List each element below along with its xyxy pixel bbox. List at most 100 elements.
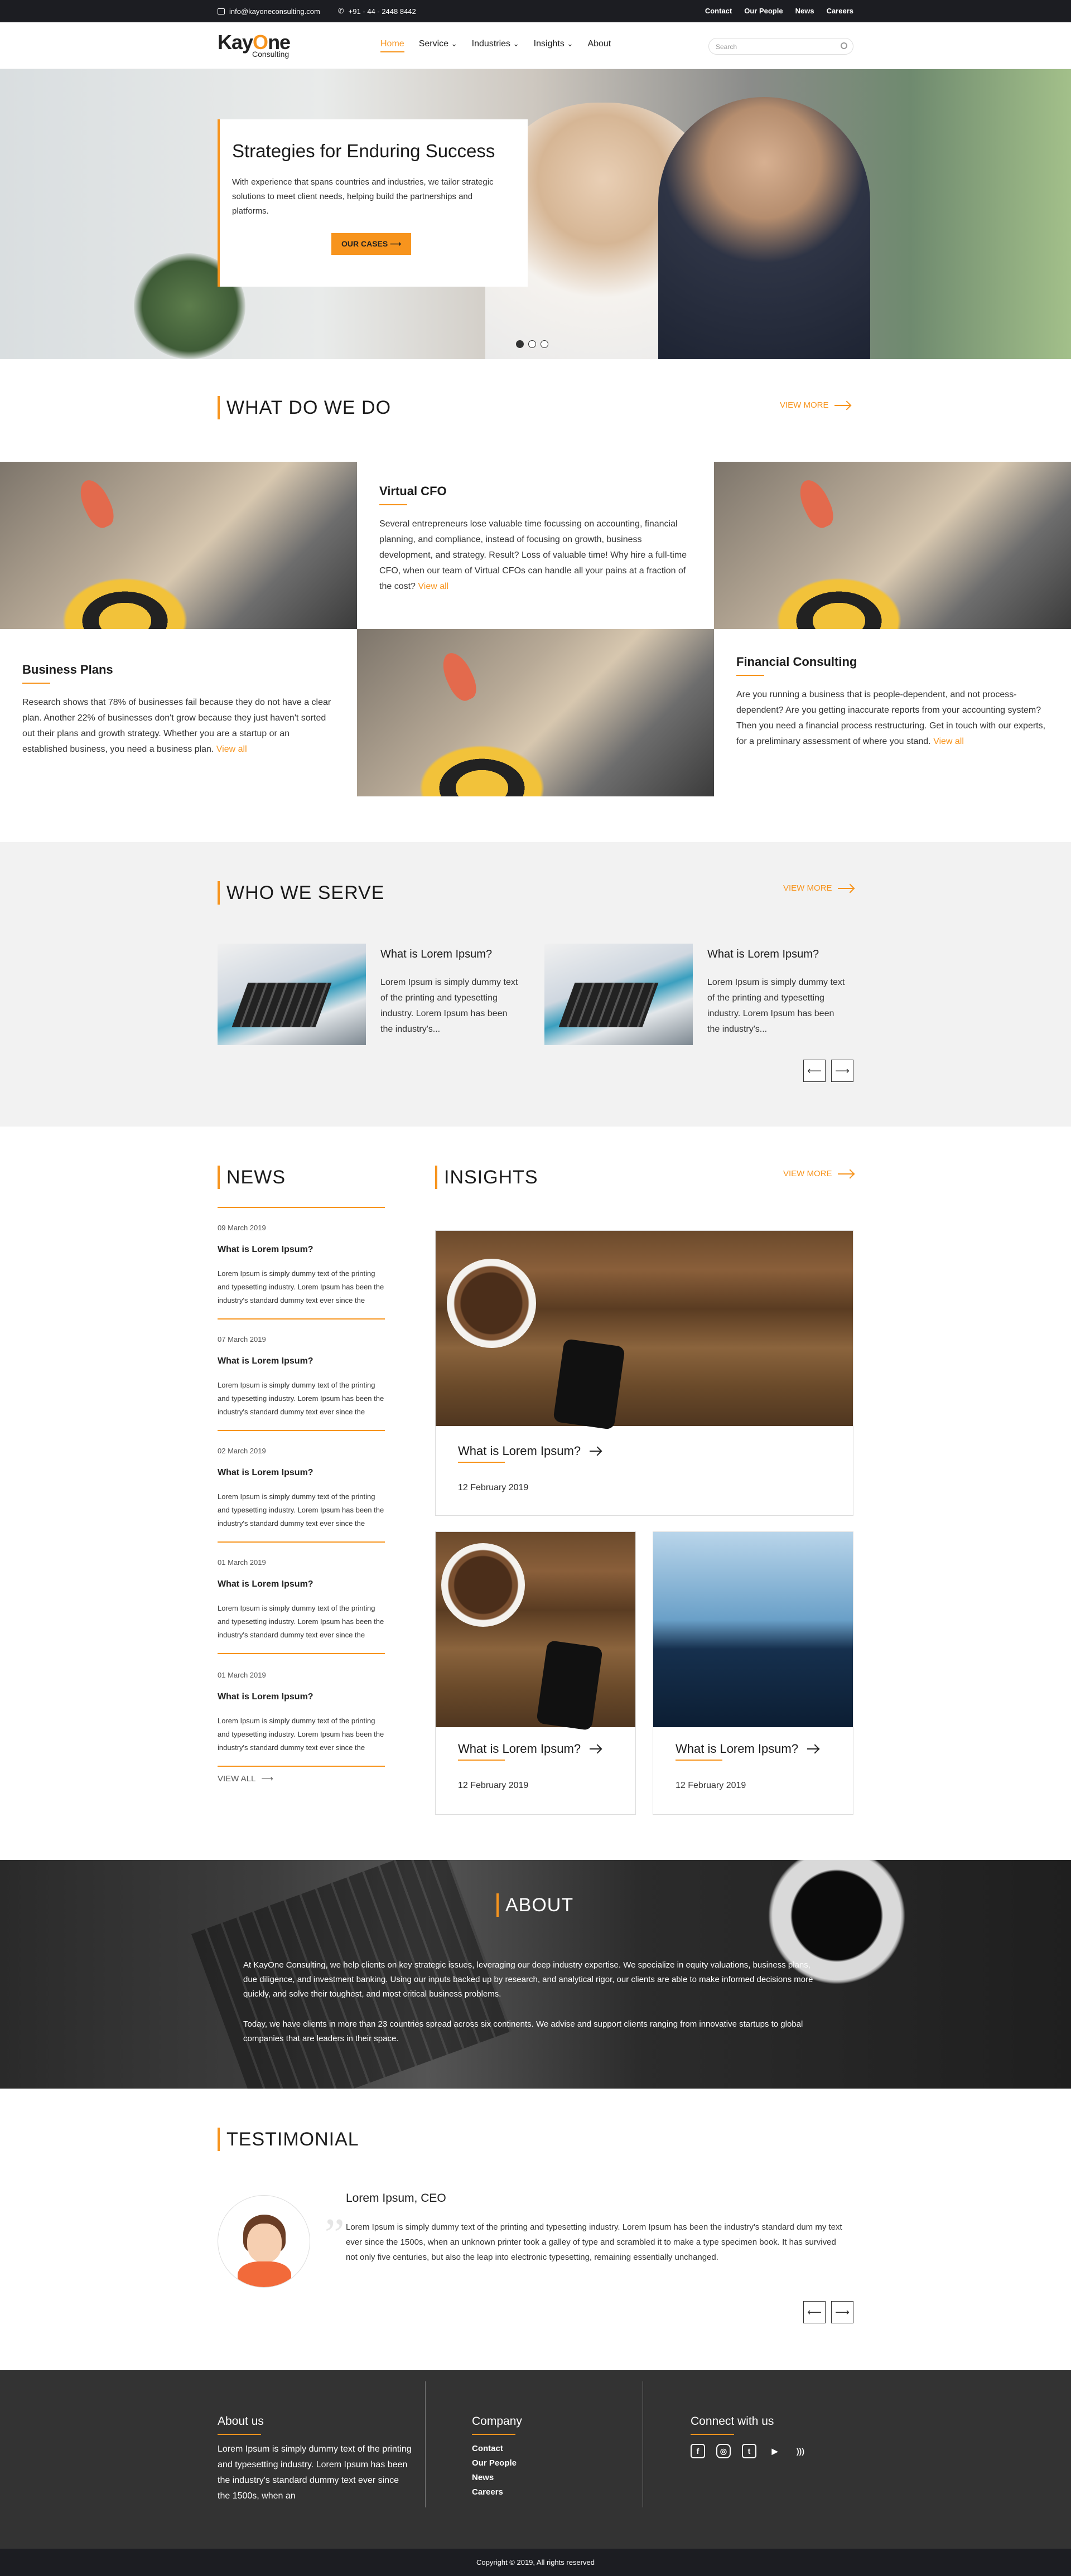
insight-date-2: 12 February 2019 bbox=[458, 1781, 529, 1790]
footer-company-title: Company bbox=[472, 2415, 522, 2435]
nav-about[interactable]: About bbox=[587, 39, 611, 52]
who-we-serve-title: WHO WE SERVE bbox=[218, 881, 384, 905]
hero-person-man bbox=[658, 97, 870, 359]
news-view-all-link[interactable]: VIEW ALL ⟶ bbox=[218, 1773, 273, 1784]
slider-dot-2[interactable] bbox=[528, 340, 536, 348]
footer-divider bbox=[425, 2381, 426, 2507]
arrow-right-icon: ⟶ bbox=[261, 1774, 273, 1784]
main-nav: Home Service ⌄ Industries ⌄ Insights ⌄ A… bbox=[380, 39, 611, 52]
footer-link-news[interactable]: News bbox=[472, 2471, 517, 2485]
nav-service[interactable]: Service ⌄ bbox=[419, 39, 457, 52]
news-excerpt: Lorem Ipsum is simply dummy text of the … bbox=[218, 1381, 384, 1416]
email-contact[interactable]: info@kayoneconsulting.com bbox=[218, 7, 320, 16]
virtual-cfo-view-all[interactable]: View all bbox=[418, 582, 448, 591]
serve-view-more-link[interactable]: VIEW MORE bbox=[783, 883, 853, 893]
topbar-link-our-people[interactable]: Our People bbox=[744, 7, 783, 15]
insight-title-1[interactable]: What is Lorem Ipsum? bbox=[458, 1444, 601, 1463]
testimonial-next-button[interactable]: ⟶ bbox=[831, 2301, 853, 2323]
news-title-link[interactable]: What is Lorem Ipsum? bbox=[218, 1245, 313, 1255]
insight-title-2[interactable]: What is Lorem Ipsum? bbox=[458, 1742, 601, 1761]
topbar-link-careers[interactable]: Careers bbox=[827, 7, 853, 15]
virtual-cfo-title: Virtual CFO bbox=[379, 484, 692, 505]
slider-dot-3[interactable] bbox=[541, 340, 548, 348]
news-divider bbox=[218, 1541, 385, 1543]
news-title-link[interactable]: What is Lorem Ipsum? bbox=[218, 1468, 313, 1478]
arrow-left-icon: ⟵ bbox=[807, 1065, 822, 1076]
slider-dot-1[interactable] bbox=[516, 340, 524, 348]
logo[interactable]: KayOne Consulting bbox=[218, 32, 291, 59]
footer-about-text: Lorem Ipsum is simply dummy text of the … bbox=[218, 2444, 412, 2501]
youtube-icon[interactable]: ▶ bbox=[768, 2444, 782, 2458]
chevron-down-icon: ⌄ bbox=[567, 40, 573, 48]
what-we-do-title: WHAT DO WE DO bbox=[218, 396, 391, 419]
footer-link-contact[interactable]: Contact bbox=[472, 2442, 517, 2456]
about-paragraph-1: At KayOne Consulting, we help clients on… bbox=[243, 1960, 813, 1999]
insight-image-coffee bbox=[436, 1231, 853, 1430]
arrow-right-icon bbox=[590, 1748, 601, 1749]
news-divider bbox=[218, 1430, 385, 1431]
news-date: 01 March 2019 bbox=[218, 1671, 266, 1679]
news-date: 01 March 2019 bbox=[218, 1558, 266, 1567]
news-excerpt: Lorem Ipsum is simply dummy text of the … bbox=[218, 1717, 384, 1752]
quote-icon: ” bbox=[325, 2210, 345, 2259]
what-view-more-link[interactable]: VIEW MORE bbox=[780, 400, 850, 410]
phone-icon: ✆ bbox=[337, 7, 344, 15]
hero-banner: Strategies for Enduring Success With exp… bbox=[0, 69, 1071, 359]
topbar-link-contact[interactable]: Contact bbox=[705, 7, 732, 15]
arrow-right-icon: ⟶ bbox=[390, 239, 402, 248]
about-paragraph-2: Today, we have clients in more than 23 c… bbox=[243, 2019, 803, 2043]
insight-card-large[interactable]: What is Lorem Ipsum? 12 February 2019 bbox=[435, 1230, 853, 1516]
chevron-down-icon: ⌄ bbox=[451, 40, 457, 48]
arrow-right-icon: ⟶ bbox=[835, 1065, 850, 1076]
search-icon[interactable] bbox=[841, 42, 847, 49]
business-plans-text: Research shows that 78% of businesses fa… bbox=[22, 698, 331, 754]
news-excerpt: Lorem Ipsum is simply dummy text of the … bbox=[218, 1269, 384, 1304]
insights-title: INSIGHTS bbox=[435, 1166, 538, 1189]
search-input[interactable]: Search bbox=[708, 38, 853, 55]
insight-title-3[interactable]: What is Lorem Ipsum? bbox=[676, 1742, 819, 1761]
insight-card-2[interactable]: What is Lorem Ipsum? 12 February 2019 bbox=[435, 1531, 636, 1815]
instagram-icon[interactable]: ◎ bbox=[716, 2444, 731, 2458]
hero-title: Strategies for Enduring Success bbox=[232, 141, 495, 161]
twitter-icon[interactable]: t bbox=[742, 2444, 756, 2458]
nav-insights[interactable]: Insights ⌄ bbox=[534, 39, 573, 52]
our-cases-button[interactable]: OUR CASES ⟶ bbox=[331, 233, 412, 255]
serve-image-2 bbox=[544, 944, 693, 1045]
news-title-link[interactable]: What is Lorem Ipsum? bbox=[218, 1356, 313, 1366]
serve-prev-button[interactable]: ⟵ bbox=[803, 1060, 826, 1082]
footer-company-links: Contact Our People News Careers bbox=[472, 2442, 517, 2500]
insight-card-3[interactable]: What is Lorem Ipsum? 12 February 2019 bbox=[653, 1531, 853, 1815]
news-date: 02 March 2019 bbox=[218, 1447, 266, 1455]
nav-home[interactable]: Home bbox=[380, 39, 404, 52]
arrow-right-icon bbox=[834, 404, 850, 406]
footer-link-careers[interactable]: Careers bbox=[472, 2485, 517, 2500]
serve-next-button[interactable]: ⟶ bbox=[831, 1060, 853, 1082]
testimonial-name: Lorem Ipsum, CEO bbox=[346, 2192, 446, 2205]
insights-view-more-link[interactable]: VIEW MORE bbox=[783, 1169, 853, 1178]
phone-contact[interactable]: ✆ +91 - 44 - 2448 8442 bbox=[338, 7, 416, 16]
serve-item-title-2[interactable]: What is Lorem Ipsum? bbox=[707, 948, 819, 961]
testimonial-text: Lorem Ipsum is simply dummy text of the … bbox=[346, 2222, 842, 2262]
serve-item-title-1[interactable]: What is Lorem Ipsum? bbox=[380, 948, 492, 961]
footer-link-our-people[interactable]: Our People bbox=[472, 2456, 517, 2471]
what-image-1 bbox=[0, 462, 357, 629]
business-plans-view-all[interactable]: View all bbox=[216, 745, 247, 754]
financial-consulting-view-all[interactable]: View all bbox=[933, 737, 964, 746]
mail-icon bbox=[218, 8, 225, 15]
arrow-right-icon bbox=[807, 1748, 819, 1749]
nav-industries[interactable]: Industries ⌄ bbox=[472, 39, 519, 52]
testimonial-prev-button[interactable]: ⟵ bbox=[803, 2301, 826, 2323]
news-date: 07 March 2019 bbox=[218, 1335, 266, 1343]
facebook-icon[interactable]: f bbox=[691, 2444, 705, 2458]
news-divider bbox=[218, 1653, 385, 1654]
news-title-link[interactable]: What is Lorem Ipsum? bbox=[218, 1579, 313, 1589]
copyright: Copyright © 2019, All rights reserved bbox=[0, 2549, 1071, 2576]
serve-item-text-1: Lorem Ipsum is simply dummy text of the … bbox=[380, 978, 518, 1034]
footer-connect-title: Connect with us bbox=[691, 2415, 774, 2435]
rss-icon[interactable]: ))) bbox=[793, 2444, 808, 2458]
topbar-link-news[interactable]: News bbox=[795, 7, 814, 15]
news-title-link[interactable]: What is Lorem Ipsum? bbox=[218, 1692, 313, 1702]
virtual-cfo-text: Several entrepreneurs lose valuable time… bbox=[379, 519, 687, 591]
insight-date-3: 12 February 2019 bbox=[676, 1781, 746, 1790]
serve-image-1 bbox=[218, 944, 366, 1045]
